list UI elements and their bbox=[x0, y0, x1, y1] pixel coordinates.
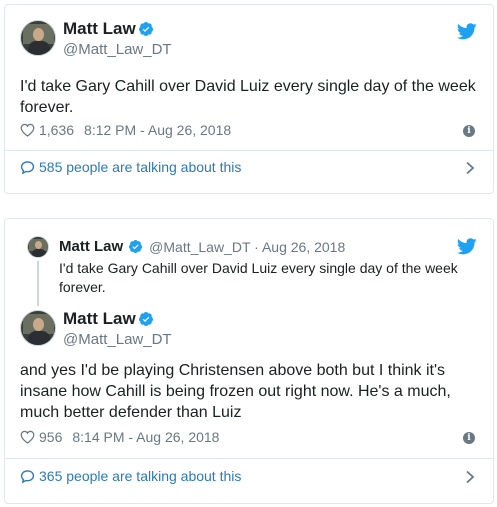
parent-header: Matt Law @Matt_Law_DT · Aug 26, 2018 bbox=[59, 238, 345, 255]
timestamp[interactable]: 8:12 PM - Aug 26, 2018 bbox=[84, 122, 231, 138]
verified-badge-icon bbox=[138, 22, 153, 36]
author-handle[interactable]: @Matt_Law_DT bbox=[63, 331, 172, 348]
parent-author-name[interactable]: Matt Law bbox=[59, 238, 123, 255]
parent-tweet-text: I'd take Gary Cahill over David Luiz eve… bbox=[59, 260, 458, 295]
timestamp[interactable]: 8:14 PM - Aug 26, 2018 bbox=[72, 429, 219, 445]
like-count[interactable]: 1,636 bbox=[39, 122, 74, 138]
heart-icon[interactable] bbox=[20, 430, 35, 444]
info-icon[interactable]: i bbox=[463, 432, 475, 444]
tweet-meta: 1,636 8:12 PM - Aug 26, 2018 bbox=[20, 122, 231, 138]
talking-label[interactable]: 585 people are talking about this bbox=[39, 159, 241, 175]
speech-bubble-icon bbox=[20, 160, 35, 174]
info-icon[interactable]: i bbox=[463, 125, 475, 137]
talking-link[interactable]: 365 people are talking about this bbox=[20, 468, 241, 484]
parent-avatar[interactable] bbox=[27, 236, 49, 258]
thread-line bbox=[37, 261, 39, 306]
talking-label[interactable]: 365 people are talking about this bbox=[39, 468, 241, 484]
speech-bubble-icon bbox=[20, 469, 35, 483]
divider bbox=[5, 458, 493, 459]
tweet-card-1: Matt Law @Matt_Law_DT I'd take Gary Cahi… bbox=[4, 4, 494, 194]
like-count[interactable]: 956 bbox=[39, 429, 62, 445]
author-name[interactable]: Matt Law bbox=[63, 19, 136, 39]
author-handle[interactable]: @Matt_Law_DT bbox=[63, 41, 172, 58]
talking-link[interactable]: 585 people are talking about this bbox=[20, 159, 241, 175]
parent-handle-date[interactable]: @Matt_Law_DT · Aug 26, 2018 bbox=[149, 239, 345, 255]
tweet-text: I'd take Gary Cahill over David Luiz eve… bbox=[20, 78, 476, 116]
twitter-bird-icon[interactable] bbox=[457, 23, 477, 40]
tweet-meta: 956 8:14 PM - Aug 26, 2018 bbox=[20, 429, 219, 445]
verified-badge-icon bbox=[138, 312, 153, 326]
verified-badge-icon bbox=[129, 239, 143, 254]
avatar[interactable] bbox=[20, 310, 56, 346]
tweet-card-2: Matt Law @Matt_Law_DT · Aug 26, 2018 I'd… bbox=[4, 218, 494, 504]
avatar[interactable] bbox=[20, 20, 56, 56]
author-name[interactable]: Matt Law bbox=[63, 309, 136, 329]
divider bbox=[5, 150, 493, 151]
tweet-text: and yes I'd be playing Christensen above… bbox=[20, 362, 451, 421]
chevron-right-icon[interactable] bbox=[465, 161, 475, 175]
separator bbox=[0, 196, 497, 216]
heart-icon[interactable] bbox=[20, 123, 35, 137]
twitter-bird-icon[interactable] bbox=[457, 238, 477, 255]
chevron-right-icon[interactable] bbox=[465, 470, 475, 484]
